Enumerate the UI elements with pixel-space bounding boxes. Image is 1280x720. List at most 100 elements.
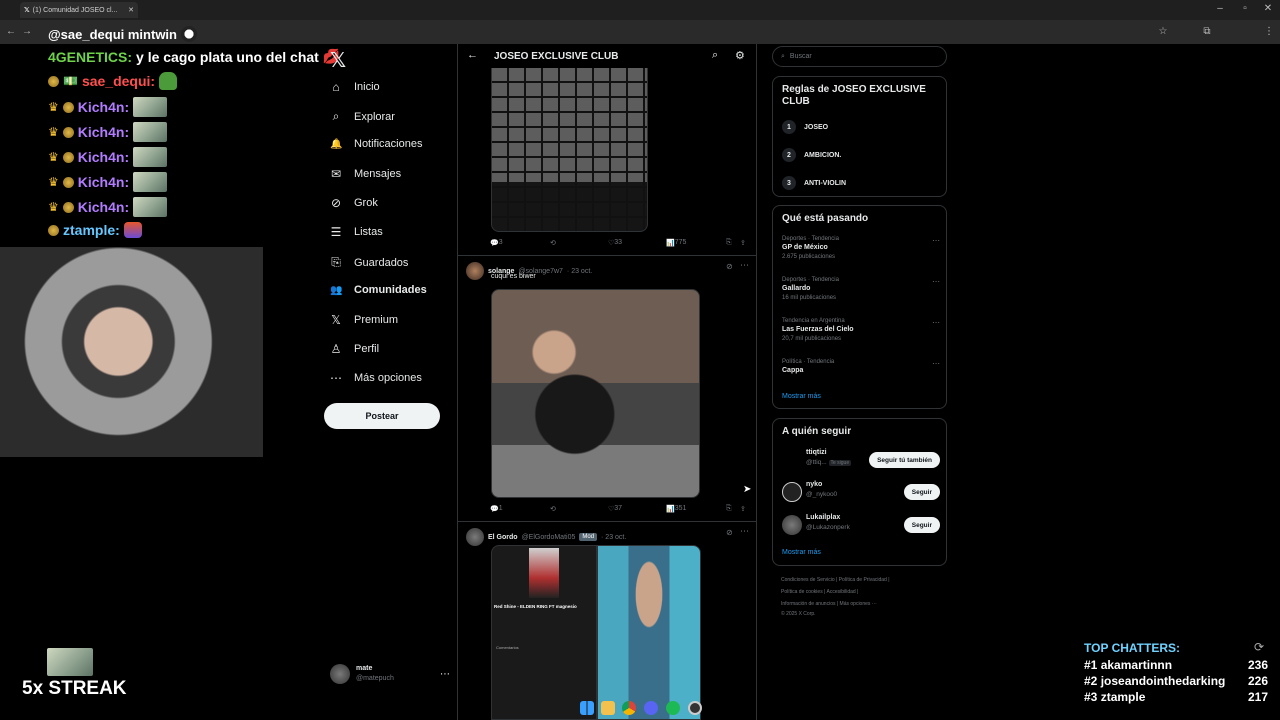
post-media-image[interactable] [491, 289, 700, 498]
follow-suggestion[interactable]: nyko @_nykoo0 Seguir [782, 480, 940, 504]
rule-text: AMBICION. [804, 151, 842, 159]
post-media-image[interactable] [597, 545, 701, 720]
trend-item[interactable]: Deportes · Tendencia GP de México 2.675 … [782, 236, 940, 260]
account-switcher[interactable]: mate @matepuch ⋯ [330, 662, 450, 686]
sidebar-item-label: Perfil [354, 343, 380, 355]
avatar[interactable] [466, 528, 484, 546]
share-icon[interactable]: ⇪ [740, 239, 746, 247]
rule-item[interactable]: 2 AMBICION. [782, 148, 841, 162]
show-more-follow-link[interactable]: Mostrar más [782, 549, 821, 556]
rule-number: 2 [782, 148, 796, 162]
footer-links[interactable]: Política de cookies | Accesibilidad | [781, 589, 858, 595]
chrome-icon[interactable] [622, 701, 636, 715]
search-placeholder: Buscar [789, 53, 812, 60]
bookmark-star-icon[interactable]: ☆ [1156, 20, 1170, 44]
like-button[interactable]: ♡ 33 [608, 239, 622, 247]
crown-badge-icon: ♛ [48, 100, 59, 114]
file-explorer-icon[interactable] [601, 701, 615, 715]
sidebar-item-explore[interactable]: ⌕ Explorar [330, 109, 395, 124]
minimize-icon[interactable]: – [1210, 0, 1230, 21]
sidebar-item-profile[interactable]: ♙ Perfil [330, 342, 379, 356]
account-menu-icon[interactable]: ⋯ [440, 669, 450, 680]
sidebar-item-label: Inicio [354, 81, 380, 93]
follow-handle: @ttiq... [806, 459, 827, 466]
forward-icon[interactable]: → [20, 20, 34, 44]
sidebar-item-premium[interactable]: 𝕏 Premium [330, 313, 398, 327]
repost-button[interactable]: ⟲ [550, 505, 556, 513]
post-handle[interactable]: @ElGordoMati05 [522, 534, 576, 541]
search-icon[interactable]: ⌕ [712, 49, 718, 62]
refresh-icon: ⟳ [1253, 640, 1264, 654]
rule-item[interactable]: 3 ANTI-VIOLIN [782, 176, 846, 190]
communities-icon: 👥 [330, 284, 343, 296]
follow-button[interactable]: Seguir [903, 484, 940, 500]
back-icon[interactable]: ← [4, 20, 18, 44]
post-button[interactable]: Postear [324, 403, 440, 429]
x-premium-icon: 𝕏 [331, 313, 341, 327]
extensions-icon[interactable]: ⧉ [1200, 20, 1214, 44]
trend-item[interactable]: Política · Tendencia Cappa ⋯ [782, 359, 940, 374]
sidebar-item-more[interactable]: ⋯ Más opciones [330, 371, 422, 385]
trend-item[interactable]: Deportes · Tendencia Gallardo 16 mil pub… [782, 277, 940, 301]
rule-item[interactable]: 1 JOSEO [782, 120, 828, 134]
views-button[interactable]: 📊 351 [666, 505, 686, 513]
trend-more-icon[interactable]: ⋯ [932, 359, 940, 368]
share-icon[interactable]: ⇪ [740, 505, 746, 513]
post-date[interactable]: · 23 oct. [567, 268, 592, 275]
grok-icon[interactable]: ⊘ [726, 262, 733, 271]
reply-button[interactable]: 💬 1 [490, 505, 503, 513]
reply-button[interactable]: 💬 3 [490, 239, 503, 247]
footer-links[interactable]: Condiciones de Servicio | Política de Pr… [781, 577, 890, 583]
footer-links[interactable]: Información de anuncios | Más opciones ·… [781, 601, 877, 607]
browser-menu-icon[interactable]: ⋮ [1262, 20, 1276, 44]
sidebar-item-bookmarks[interactable]: ⎘ Guardados [330, 255, 408, 270]
follow-suggestion[interactable]: Lukailplax @Lukazonperk Seguir [782, 513, 940, 537]
chat-message: 4GENETICS: y le cago plata uno del chat … [48, 48, 340, 65]
x-logo-icon[interactable]: 𝕏 [330, 48, 346, 73]
browser-tab[interactable]: 𝕏 (1) Comunidad JOSEO cl... ✕ [20, 2, 138, 18]
post-media-image[interactable] [491, 68, 648, 232]
windows-start-icon[interactable] [580, 701, 594, 715]
follow-back-button[interactable]: Seguir tú también [869, 452, 940, 468]
trend-more-icon[interactable]: ⋯ [932, 318, 940, 327]
obs-icon[interactable] [688, 701, 702, 715]
close-tab-icon[interactable]: ✕ [128, 6, 134, 14]
views-button[interactable]: 📊 775 [666, 239, 686, 247]
repost-button[interactable]: ⟲ [550, 239, 556, 247]
search-input[interactable]: ⌕ Buscar [772, 46, 947, 67]
search-icon: ⌕ [332, 109, 340, 123]
trend-more-icon[interactable]: ⋯ [932, 277, 940, 286]
post-media-screenshot[interactable]: Red Shine - ELDEN RING FT magnesio Comen… [491, 545, 597, 720]
coin-badge-icon [48, 224, 59, 236]
trend-more-icon[interactable]: ⋯ [932, 236, 940, 245]
post-author[interactable]: El Gordo [488, 534, 518, 541]
follow-button[interactable]: Seguir [903, 517, 940, 533]
maximize-icon[interactable]: ▫ [1235, 0, 1255, 21]
chat-message: ♛ Kich4n: [48, 122, 168, 142]
bookmark-icon[interactable]: ⎘ [726, 505, 732, 513]
gear-icon[interactable]: ⚙ [735, 49, 745, 62]
follow-suggestion[interactable]: ttiqtizi @ttiq... Te sigue Seguir tú tam… [782, 448, 940, 472]
like-button[interactable]: ♡ 37 [608, 505, 622, 513]
back-arrow-icon[interactable]: ← [467, 49, 478, 61]
show-more-trends-link[interactable]: Mostrar más [782, 393, 821, 400]
avatar[interactable] [466, 262, 484, 280]
sidebar-item-grok[interactable]: ⊘ Grok [330, 196, 378, 210]
sidebar-item-home[interactable]: ⌂ Inicio [330, 80, 380, 94]
trend-item[interactable]: Tendencia en Argentina Las Fuerzas del C… [782, 318, 940, 342]
sidebar-item-communities[interactable]: 👥 Comunidades [330, 284, 427, 296]
sidebar-item-notifications[interactable]: 🔔 Notificaciones [330, 138, 422, 150]
post-date[interactable]: · 23 oct. [601, 534, 626, 541]
mouse-cursor-icon: ➤ [743, 484, 752, 495]
sidebar-item-messages[interactable]: ✉ Mensajes [330, 167, 401, 181]
grok-icon[interactable]: ⊘ [726, 528, 733, 537]
sidebar-item-lists[interactable]: ☰ Listas [330, 225, 383, 239]
post-more-icon[interactable]: ⋯ [740, 260, 749, 271]
spotify-icon[interactable] [666, 701, 680, 715]
post-more-icon[interactable]: ⋯ [740, 526, 749, 537]
close-window-icon[interactable]: ✕ [1258, 0, 1278, 21]
discord-icon[interactable] [644, 701, 658, 715]
chatter-rank: #2 [1084, 674, 1098, 688]
bookmark-icon[interactable]: ⎘ [726, 239, 732, 247]
browser-tab-title: (1) Comunidad JOSEO cl... [32, 6, 118, 14]
